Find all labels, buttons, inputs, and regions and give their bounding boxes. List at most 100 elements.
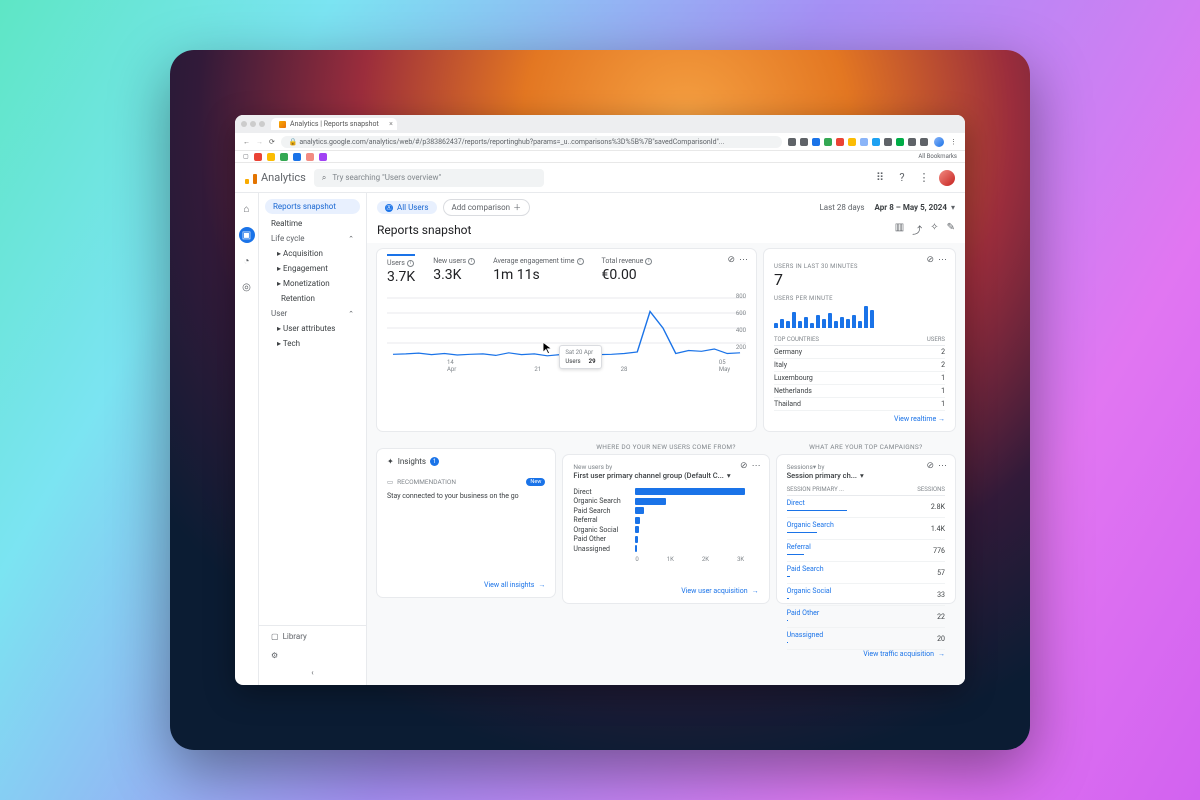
sidenav-realtime[interactable]: Realtime — [259, 216, 366, 231]
bar-row[interactable]: Organic Search — [573, 497, 758, 505]
more-menu-icon[interactable]: ⋮ — [917, 171, 931, 185]
bar-row[interactable]: Referral — [573, 516, 758, 524]
rail-advertising-icon[interactable]: ◎ — [239, 279, 255, 295]
table-row[interactable]: Referral776 — [787, 540, 945, 562]
bookmark-icon[interactable] — [293, 153, 301, 161]
campaigns-dimension-select[interactable]: Session primary ch...▾ — [787, 471, 945, 480]
sidenav-reports-snapshot[interactable]: Reports snapshot — [265, 199, 360, 214]
sidenav-library[interactable]: ▢ Library — [259, 625, 366, 647]
add-comparison-button[interactable]: Add comparison＋ — [443, 199, 531, 216]
rail-reports-icon[interactable]: ▣ — [239, 227, 255, 243]
bookmark-icon[interactable] — [267, 153, 275, 161]
share-icon[interactable]: ⤴ — [912, 222, 922, 237]
card-menu-icon[interactable]: ⋯ — [739, 255, 748, 265]
window-controls[interactable] — [241, 121, 265, 127]
card-filter-icon[interactable]: ⊘ — [727, 255, 735, 265]
view-traffic-acquisition-link[interactable]: View traffic acquisition → — [787, 650, 945, 658]
table-row[interactable]: Direct2.8K — [787, 496, 945, 518]
url-field[interactable]: 🔒 analytics.google.com/analytics/web/#/p… — [281, 136, 782, 148]
sidenav-tech[interactable]: ▸ Tech — [259, 336, 366, 351]
table-row[interactable]: Luxembourg1 — [774, 372, 945, 385]
customize-icon[interactable]: ▥ — [895, 222, 904, 237]
nav-reload-icon[interactable]: ⟳ — [269, 138, 275, 146]
nav-fwd-icon[interactable]: → — [256, 138, 263, 146]
acquisition-dimension-select[interactable]: First user primary channel group (Defaul… — [573, 471, 758, 480]
card-filter-icon[interactable]: ⊘ — [926, 461, 934, 471]
metric-new-users[interactable]: New usersi 3.3K — [433, 257, 475, 285]
card-menu-icon[interactable]: ⋯ — [752, 461, 761, 471]
sidenav-user-attributes[interactable]: ▸ User attributes — [259, 321, 366, 336]
all-bookmarks-link[interactable]: All Bookmarks — [918, 153, 957, 160]
search-field[interactable]: ⌕ Try searching "Users overview" — [314, 169, 544, 187]
card-filter-icon[interactable]: ⊘ — [926, 255, 934, 265]
bookmarks-folder-icon[interactable]: ▢ — [243, 153, 249, 160]
card-menu-icon[interactable]: ⋯ — [938, 461, 947, 471]
app-logo[interactable]: Analytics — [245, 171, 306, 184]
table-row[interactable]: Paid Other22 — [787, 606, 945, 628]
table-row[interactable]: Paid Search57 — [787, 562, 945, 584]
account-avatar-icon[interactable] — [939, 170, 955, 186]
browser-window: Analytics | Reports snapshot × ← → ⟳ 🔒 a… — [235, 115, 965, 685]
table-row[interactable]: Germany2 — [774, 346, 945, 359]
bookmark-icon[interactable] — [319, 153, 327, 161]
sidenav-group-user[interactable]: User⌃ — [259, 306, 366, 321]
view-user-acquisition-link[interactable]: View user acquisition → — [573, 587, 758, 595]
view-realtime-link[interactable]: View realtime → — [774, 415, 945, 423]
metric-users[interactable]: Usersi 3.7K — [387, 254, 415, 285]
chevron-down-icon: ▾ — [951, 203, 955, 212]
desktop-wallpaper: Analytics | Reports snapshot × ← → ⟳ 🔒 a… — [170, 50, 1030, 750]
page-title: Reports snapshot — [377, 223, 471, 237]
bar-row[interactable]: Paid Search — [573, 507, 758, 515]
help-icon[interactable]: ? — [895, 171, 909, 185]
bookmark-icon[interactable] — [254, 153, 262, 161]
table-row[interactable]: Organic Search1.4K — [787, 518, 945, 540]
rail-explore-icon[interactable]: ◔ — [239, 253, 255, 269]
rail-home-icon[interactable]: ⌂ — [239, 201, 255, 217]
segment-dot-icon: 🇦 — [385, 204, 393, 212]
sidenav-collapse-icon[interactable]: ‹ — [259, 664, 366, 681]
metric-total-revenue[interactable]: Total revenuei €0.00 — [602, 257, 653, 285]
lightbulb-icon: ✦ — [387, 457, 394, 466]
section-label-acquisition: WHERE DO YOUR NEW USERS COME FROM? — [563, 443, 768, 451]
sidenav-acquisition[interactable]: ▸ Acquisition — [259, 246, 366, 261]
info-icon[interactable]: i — [577, 258, 584, 265]
sidenav-group-lifecycle[interactable]: Life cycle⌃ — [259, 231, 366, 246]
info-icon[interactable]: i — [468, 258, 475, 265]
view-all-insights-link[interactable]: View all insights → — [387, 581, 545, 589]
sidenav-retention[interactable]: Retention — [259, 291, 366, 306]
apps-grid-icon[interactable]: ⠿ — [873, 171, 887, 185]
bar-row[interactable]: Unassigned — [573, 545, 758, 553]
date-range-picker[interactable]: Last 28 days Apr 8 – May 5, 2024 ▾ — [819, 203, 955, 212]
browser-tab[interactable]: Analytics | Reports snapshot × — [271, 118, 397, 130]
extensions-tray[interactable] — [788, 138, 928, 146]
side-nav: Reports snapshot Realtime Life cycle⌃ ▸ … — [259, 193, 367, 685]
segment-all-users[interactable]: 🇦 All Users — [377, 201, 437, 214]
bar-row[interactable]: Organic Social — [573, 526, 758, 534]
sidenav-admin-icon[interactable]: ⚙ — [259, 647, 366, 664]
sidenav-monetization[interactable]: ▸ Monetization — [259, 276, 366, 291]
insights-icon[interactable]: ✧ — [930, 222, 938, 237]
recommendation-row[interactable]: ▭ RECOMMENDATION New — [387, 478, 545, 486]
table-row[interactable]: Thailand1 — [774, 398, 945, 411]
tab-close-icon[interactable]: × — [389, 120, 393, 128]
table-row[interactable]: Unassigned20 — [787, 628, 945, 650]
metric-avg-engagement[interactable]: Average engagement timei 1m 11s — [493, 257, 583, 285]
edit-icon[interactable]: ✎ — [947, 222, 955, 237]
nav-back-icon[interactable]: ← — [243, 138, 250, 146]
card-menu-icon[interactable]: ⋯ — [938, 255, 947, 265]
campaigns-card: ⊘⋯ Sessions▾ by Session primary ch...▾ S… — [777, 455, 955, 603]
bar-row[interactable]: Direct — [573, 488, 758, 496]
table-row[interactable]: Netherlands1 — [774, 385, 945, 398]
bookmark-icon[interactable] — [306, 153, 314, 161]
nav-rail: ⌂ ▣ ◔ ◎ — [235, 193, 259, 685]
bar-row[interactable]: Paid Other — [573, 535, 758, 543]
table-row[interactable]: Italy2 — [774, 359, 945, 372]
bookmark-icon[interactable] — [280, 153, 288, 161]
table-row[interactable]: Organic Social33 — [787, 584, 945, 606]
sidenav-engagement[interactable]: ▸ Engagement — [259, 261, 366, 276]
browser-menu-icon[interactable]: ⋮ — [950, 138, 957, 146]
info-icon[interactable]: i — [407, 260, 414, 267]
card-filter-icon[interactable]: ⊘ — [740, 461, 748, 471]
info-icon[interactable]: i — [645, 258, 652, 265]
profile-avatar-icon[interactable] — [934, 137, 944, 147]
